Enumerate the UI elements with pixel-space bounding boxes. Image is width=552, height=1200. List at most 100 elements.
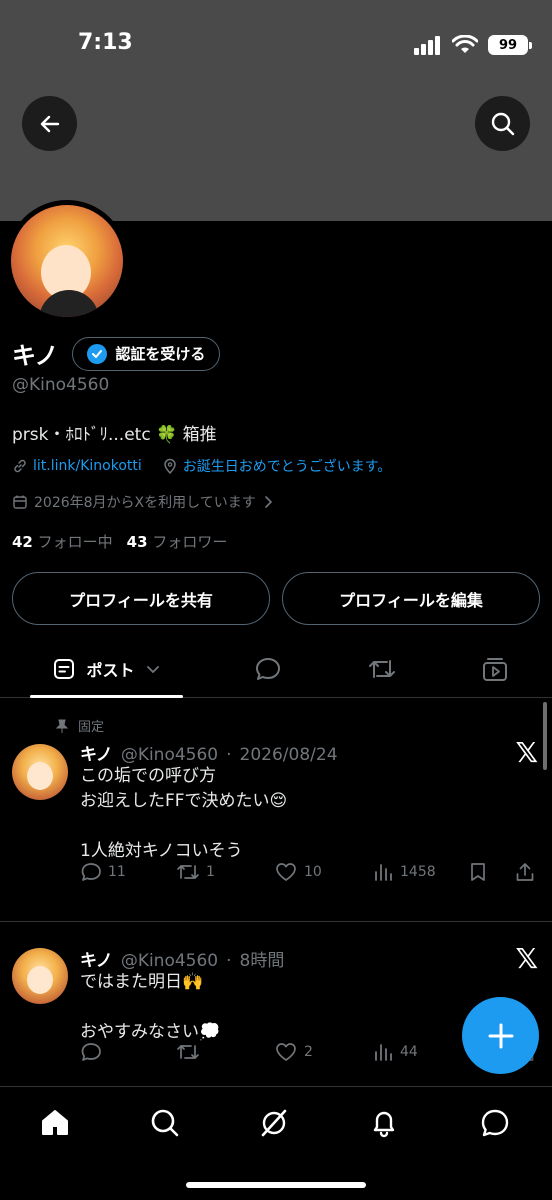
media-icon [483, 658, 507, 681]
post-avatar[interactable] [12, 744, 68, 800]
nav-grok[interactable] [254, 1103, 294, 1143]
followers-label: フォロワー [152, 533, 228, 551]
link-icon [14, 459, 26, 473]
nav-search[interactable] [145, 1103, 185, 1143]
post-time[interactable]: 8時間 [240, 946, 285, 971]
post-author-name[interactable]: キノ [80, 740, 113, 765]
post-text: ではまた明日🙌 おやすみなさい💭 [80, 970, 220, 1045]
post-text-line [80, 995, 220, 1020]
tab-media[interactable] [475, 640, 515, 698]
profile-handle: @Kino4560 [12, 375, 110, 395]
avatar-image [11, 205, 123, 317]
like-button[interactable]: 2 [274, 1041, 313, 1063]
following-link[interactable]: 42 フォロー中 [12, 531, 113, 552]
notifications-icon [373, 1111, 395, 1138]
views-count: 1458 [400, 864, 436, 880]
post-header: キノ @Kino4560 · 8時間 [80, 946, 284, 971]
post-item[interactable]: 固定 キノ @Kino4560 · 2026/08/24 𝕏 この垢での呼び方 … [0, 712, 552, 922]
tab-posts[interactable]: ポスト [30, 640, 183, 698]
joined-date[interactable]: 2026年8月からXを利用しています [12, 492, 274, 512]
repost-icon [177, 865, 199, 879]
get-verified-label: 認証を受ける [115, 345, 206, 363]
back-button[interactable] [22, 96, 77, 151]
profile-tabs: ポスト [0, 640, 552, 698]
nav-home[interactable] [35, 1103, 75, 1143]
post-text: この垢での呼び方 お迎えしたFFで決めたい😌 1人絶対キノコいそう [80, 764, 287, 864]
like-icon [276, 863, 296, 881]
verified-badge-icon [87, 343, 108, 364]
post-time[interactable]: 2026/08/24 [240, 745, 338, 765]
share-profile-button[interactable]: プロフィールを共有 [12, 572, 270, 625]
bookmark-button[interactable] [468, 861, 488, 883]
posts-icon [54, 659, 75, 679]
post-header: キノ @Kino4560 · 2026/08/24 [80, 740, 338, 765]
like-button[interactable]: 10 [274, 861, 322, 883]
reply-button[interactable] [80, 1041, 108, 1063]
followers-link[interactable]: 43 フォロワー [127, 531, 228, 552]
pinned-indicator: 固定 [56, 716, 104, 735]
post-author-handle[interactable]: @Kino4560 [121, 745, 218, 765]
following-label: フォロー中 [37, 533, 113, 551]
calendar-icon [13, 495, 27, 509]
post-avatar[interactable] [12, 948, 68, 1004]
pinned-label: 固定 [78, 720, 105, 735]
post-author-handle[interactable]: @Kino4560 [121, 951, 218, 971]
reply-icon [256, 658, 280, 680]
signal-icon [414, 36, 440, 55]
views-icon [375, 1044, 392, 1061]
repost-button[interactable]: 1 [176, 861, 215, 883]
post-text-line [80, 814, 287, 839]
get-verified-button[interactable]: 認証を受ける [72, 336, 221, 371]
chevron-right-icon [264, 496, 272, 508]
profile-location: お誕生日おめでとうございます。 [162, 456, 392, 476]
nav-notifications[interactable] [364, 1103, 404, 1143]
joined-text: 2026年8月からXを利用しています [34, 495, 256, 511]
share-button[interactable] [514, 861, 536, 883]
profile-meta: lit.link/Kinokotti お誕生日おめでとうございます。 [12, 456, 391, 476]
bookmark-icon [471, 863, 485, 881]
search-button[interactable] [475, 96, 530, 151]
nav-messages[interactable] [475, 1103, 515, 1143]
post-author-name[interactable]: キノ [80, 946, 113, 971]
reply-count: 11 [108, 864, 126, 880]
status-time: 7:13 [78, 30, 133, 55]
home-indicator [186, 1182, 366, 1188]
repost-count: 1 [206, 864, 215, 880]
search-icon [151, 1109, 179, 1137]
battery-indicator: 99 [488, 35, 532, 55]
compose-post-button[interactable] [462, 997, 539, 1074]
repost-button[interactable] [176, 1041, 206, 1063]
like-count: 2 [304, 1044, 313, 1060]
profile-location-text[interactable]: お誕生日おめでとうございます。 [183, 456, 392, 476]
post-text-line: お迎えしたFFで決めたい😌 [80, 791, 288, 811]
profile-link-text[interactable]: lit.link/Kinokotti [33, 458, 142, 474]
reply-button[interactable]: 11 [80, 861, 126, 883]
tab-posts-label: ポスト [86, 661, 135, 680]
post-text-line: この垢での呼び方 [80, 766, 216, 786]
display-name: キノ [12, 342, 59, 370]
like-icon [276, 1043, 296, 1061]
like-count: 10 [304, 864, 322, 880]
chevron-down-icon [146, 666, 159, 674]
tab-reposts[interactable] [362, 640, 402, 698]
edit-profile-button[interactable]: プロフィールを編集 [282, 572, 540, 625]
profile-avatar[interactable] [6, 200, 128, 322]
views-count: 44 [400, 1044, 418, 1060]
search-icon [491, 112, 514, 135]
reply-icon [81, 1043, 101, 1061]
views-button[interactable]: 44 [372, 1041, 418, 1063]
post-separator: · [226, 951, 232, 971]
grok-icon [261, 1109, 287, 1137]
back-arrow-icon [40, 115, 59, 132]
tab-replies[interactable] [248, 640, 288, 698]
home-icon [42, 1110, 68, 1135]
wifi-icon [452, 35, 478, 53]
profile-link[interactable]: lit.link/Kinokotti [12, 456, 142, 476]
post-separator: · [226, 745, 232, 765]
following-count: 42 [12, 533, 33, 551]
plus-icon [488, 1023, 513, 1048]
repost-icon [177, 1045, 199, 1059]
repost-icon [369, 660, 395, 678]
views-button[interactable]: 1458 [372, 861, 436, 883]
profile-bio: prsk・ﾎﾛﾄﾞﾘ...etc 🍀 箱推 [12, 425, 217, 445]
